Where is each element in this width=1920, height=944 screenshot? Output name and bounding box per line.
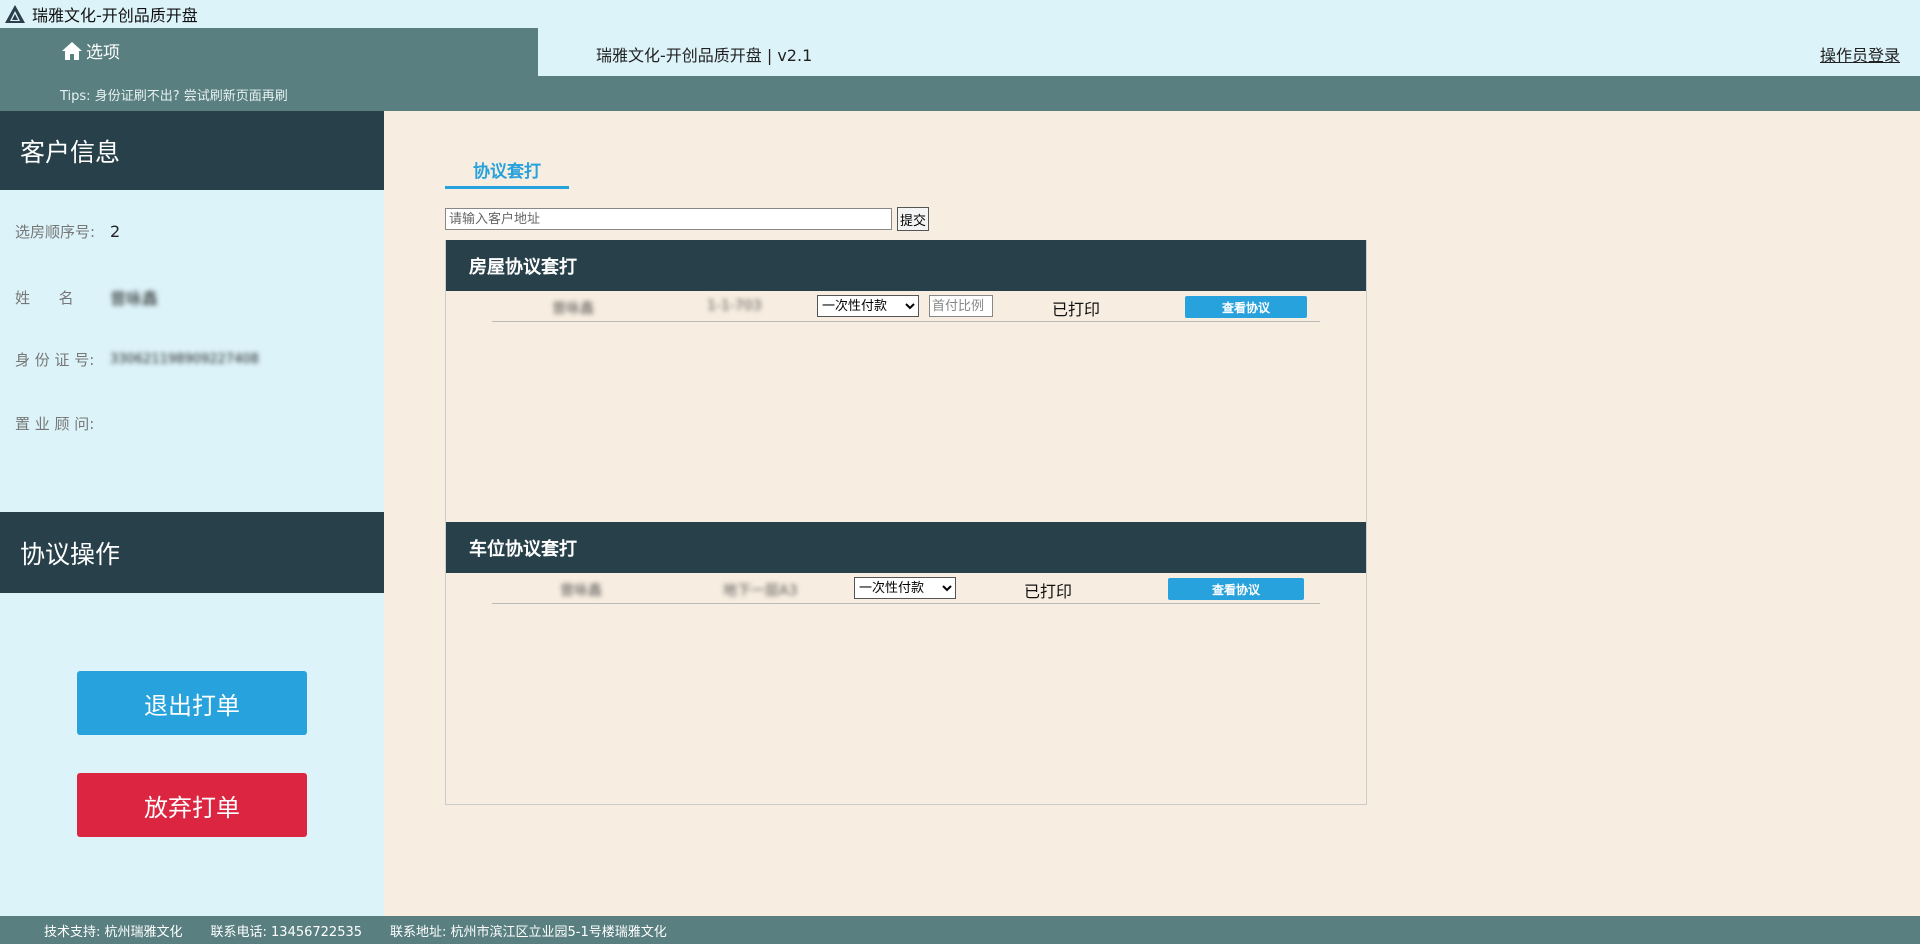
house-view-agreement-button[interactable]: 查看协议 bbox=[1185, 296, 1307, 318]
tab-agreement-print[interactable]: 协议套打 bbox=[445, 153, 569, 189]
header-bar: 瑞雅文化-开创品质开盘 | v2.1 操作员登录 bbox=[538, 28, 1920, 76]
tips-text: Tips: 身份证刷不出? 尝试刷新页面再刷 bbox=[60, 89, 288, 104]
order-number-value: 2 bbox=[110, 222, 121, 241]
footer-phone: 联系电话: 13456722535 bbox=[210, 924, 363, 940]
abandon-print-button[interactable]: 放弃打单 bbox=[77, 773, 307, 837]
parking-payment-select[interactable]: 一次性付款 bbox=[854, 577, 956, 599]
house-agreement-row: 曾咏鑫 1-1-703 一次性付款 已打印 查看协议 bbox=[492, 291, 1320, 322]
exit-print-button[interactable]: 退出打单 bbox=[77, 671, 307, 735]
name-label: 姓 名 bbox=[15, 288, 74, 307]
options-label: 选项 bbox=[86, 43, 120, 63]
sidebar: 客户信息 选房顺序号: 2 姓 名 曾咏鑫 身 份 证 号: 330621198… bbox=[0, 111, 384, 916]
parking-agreement-row: 曾咏鑫 地下一层A3 一次性付款 已打印 查看协议 bbox=[492, 573, 1320, 604]
parking-view-agreement-button[interactable]: 查看协议 bbox=[1168, 578, 1304, 600]
home-icon bbox=[62, 41, 82, 60]
house-panel-title: 房屋协议套打 bbox=[446, 240, 1366, 291]
house-payment-select[interactable]: 一次性付款 bbox=[817, 295, 919, 317]
app-title: 瑞雅文化-开创品质开盘 | v2.1 bbox=[596, 46, 813, 65]
id-number-label: 身 份 证 号: bbox=[15, 351, 95, 369]
window-titlebar: 瑞雅文化-开创品质开盘 bbox=[0, 0, 1920, 28]
house-unit-number: 1-1-703 bbox=[707, 298, 762, 314]
order-number-label: 选房顺序号: bbox=[15, 223, 96, 241]
logo-icon bbox=[5, 5, 25, 23]
down-payment-ratio-input[interactable] bbox=[929, 295, 993, 317]
header-nav: 选项 bbox=[0, 28, 538, 76]
house-customer-name: 曾咏鑫 bbox=[552, 301, 594, 317]
id-number-row: 身 份 证 号: 330621198909227408 bbox=[15, 349, 259, 370]
house-agreement-panel: 房屋协议套打 曾咏鑫 1-1-703 一次性付款 已打印 查看协议 bbox=[445, 240, 1367, 523]
operator-login-link[interactable]: 操作员登录 bbox=[1820, 42, 1900, 66]
footer-address: 联系地址: 杭州市滨江区立业园5-1号楼瑞雅文化 bbox=[390, 924, 667, 940]
footer: 技术支持: 杭州瑞雅文化 联系电话: 13456722535 联系地址: 杭州市… bbox=[0, 916, 1920, 944]
id-number-value: 330621198909227408 bbox=[110, 352, 259, 367]
name-row: 姓 名 曾咏鑫 bbox=[15, 285, 158, 309]
parking-space-number: 地下一层A3 bbox=[723, 583, 798, 599]
consultant-label: 置 业 顾 问: bbox=[15, 415, 95, 433]
agreement-ops-heading: 协议操作 bbox=[0, 512, 384, 593]
order-number-row: 选房顺序号: 2 bbox=[15, 221, 120, 242]
customer-info-heading: 客户信息 bbox=[0, 111, 384, 190]
parking-customer-name: 曾咏鑫 bbox=[560, 583, 602, 599]
customer-address-input[interactable] bbox=[445, 208, 892, 230]
consultant-row: 置 业 顾 问: bbox=[15, 413, 110, 434]
parking-agreement-panel: 车位协议套打 曾咏鑫 地下一层A3 一次性付款 已打印 查看协议 bbox=[445, 522, 1367, 805]
parking-panel-title: 车位协议套打 bbox=[446, 522, 1366, 573]
footer-support: 技术支持: 杭州瑞雅文化 bbox=[44, 924, 183, 940]
options-menu-button[interactable]: 选项 bbox=[60, 38, 120, 63]
name-value: 曾咏鑫 bbox=[110, 289, 159, 308]
submit-button[interactable]: 提交 bbox=[897, 207, 929, 231]
tips-bar: Tips: 身份证刷不出? 尝试刷新页面再刷 bbox=[0, 76, 1920, 111]
main-content: 协议套打 提交 房屋协议套打 曾咏鑫 1-1-703 一次性付款 已打印 查看协… bbox=[384, 111, 1920, 916]
house-print-status: 已打印 bbox=[1052, 300, 1101, 319]
window-title: 瑞雅文化-开创品质开盘 bbox=[32, 6, 198, 25]
parking-print-status: 已打印 bbox=[1024, 582, 1073, 601]
